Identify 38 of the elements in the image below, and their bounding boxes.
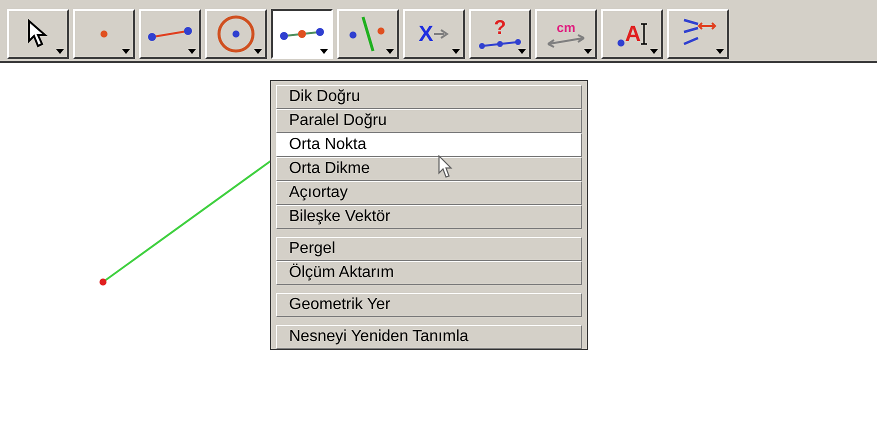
- menu-item[interactable]: Pergel: [276, 237, 582, 261]
- menu-item[interactable]: Orta Nokta: [276, 133, 582, 157]
- expression-icon-label: X: [418, 23, 434, 45]
- points-line-icon: [478, 38, 522, 50]
- text-tool-letter: A: [625, 23, 641, 45]
- question-mark: ?: [494, 18, 506, 38]
- menu-item[interactable]: Dik Doğru: [276, 85, 582, 109]
- tool-button[interactable]: X: [403, 9, 465, 59]
- arrow-icon: [433, 29, 450, 39]
- caret-icon: [188, 49, 196, 54]
- caret-icon: [650, 49, 658, 54]
- menu-item[interactable]: Orta Dikme: [276, 157, 582, 181]
- text-cursor-icon: [640, 23, 647, 45]
- midpoint-icon: [279, 26, 325, 42]
- point-icon: [100, 30, 108, 38]
- mouse-pointer-icon: [438, 155, 454, 179]
- caret-icon: [518, 49, 526, 54]
- menu-item[interactable]: Ölçüm Aktarım: [276, 261, 582, 285]
- caret-icon: [254, 49, 262, 54]
- caret-icon: [320, 49, 328, 54]
- caret-icon: [122, 49, 130, 54]
- menu-item[interactable]: Nesneyi Yeniden Tanımla: [276, 325, 582, 349]
- segment-icon: [147, 26, 193, 42]
- menu-item[interactable]: Geometrik Yer: [276, 293, 582, 317]
- point: [100, 278, 106, 286]
- circle-icon: [216, 14, 256, 54]
- menu-item[interactable]: Bileşke Vektör: [276, 205, 582, 229]
- tool-button[interactable]: [271, 9, 333, 59]
- menu-item[interactable]: Paralel Doğru: [276, 109, 582, 133]
- caret-icon: [56, 49, 64, 54]
- caret-icon: [452, 49, 460, 54]
- unit-label: cm: [556, 20, 576, 34]
- caret-icon: [584, 49, 592, 54]
- arrow-pointer-icon: [26, 19, 50, 49]
- caret-icon: [386, 49, 394, 54]
- menu-item[interactable]: Açıortay: [276, 181, 582, 205]
- point-icon: [617, 39, 626, 47]
- caret-icon: [716, 49, 724, 54]
